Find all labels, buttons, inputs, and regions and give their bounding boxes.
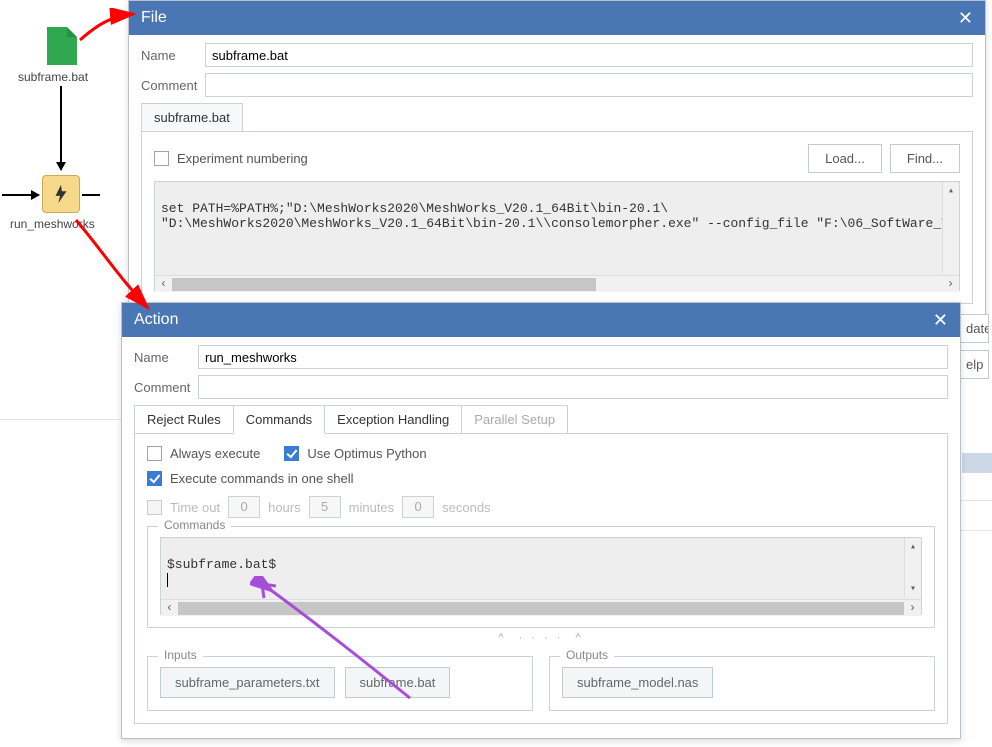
minutes-label: minutes: [349, 500, 395, 515]
scroll-down-icon[interactable]: ▾: [905, 580, 921, 597]
find-button[interactable]: Find...: [890, 144, 960, 173]
timeout-checkbox[interactable]: [147, 500, 162, 515]
action-dialog-title: Action: [134, 311, 178, 329]
input-item-button[interactable]: subframe.bat: [345, 667, 451, 698]
tab-exception-handling[interactable]: Exception Handling: [324, 405, 462, 433]
one-shell-label: Execute commands in one shell: [170, 471, 354, 486]
text-cursor-icon: [167, 573, 168, 587]
workflow-graph: subframe.bat run_meshworks: [0, 0, 140, 420]
file-comment-label: Comment: [141, 78, 197, 93]
lightning-icon: [50, 183, 72, 205]
output-item-button[interactable]: subframe_model.nas: [562, 667, 713, 698]
inputs-legend: Inputs: [158, 648, 203, 662]
use-optimus-python-label: Use Optimus Python: [307, 446, 426, 461]
input-item-button[interactable]: subframe_parameters.txt: [160, 667, 335, 698]
scroll-left-icon[interactable]: ‹: [161, 601, 178, 615]
file-dialog-titlebar[interactable]: File ✕: [129, 1, 985, 35]
scroll-left-icon[interactable]: ‹: [155, 277, 172, 291]
action-node-label: run_meshworks: [10, 217, 95, 231]
scroll-up-icon[interactable]: ▴: [905, 538, 921, 555]
bg-divider: [956, 500, 992, 501]
file-code-area[interactable]: set PATH=%PATH%;"D:\MeshWorks2020\MeshWo…: [154, 181, 960, 291]
experiment-numbering-label: Experiment numbering: [177, 151, 308, 166]
file-node-label: subframe.bat: [18, 70, 88, 84]
close-icon[interactable]: ✕: [933, 311, 948, 329]
seconds-label: seconds: [442, 500, 490, 515]
tab-reject-rules[interactable]: Reject Rules: [134, 405, 234, 433]
file-name-label: Name: [141, 48, 197, 63]
inputs-fieldset: Inputs subframe_parameters.txt subframe.…: [147, 656, 533, 711]
edge-file-to-action: [60, 86, 62, 170]
action-comment-label: Comment: [134, 380, 190, 395]
file-name-input[interactable]: [205, 43, 973, 67]
edge-out-action: [82, 194, 100, 196]
file-hscroll[interactable]: ‹ ›: [155, 275, 959, 292]
file-code-line2: "D:\MeshWorks2020\MeshWorks_V20.1_64Bit\…: [161, 216, 959, 231]
action-name-label: Name: [134, 350, 190, 365]
timeout-hours-input[interactable]: 0: [228, 496, 260, 518]
file-node[interactable]: [47, 27, 77, 65]
commands-hscroll[interactable]: ‹ ›: [161, 599, 921, 616]
timeout-label: Time out: [170, 500, 220, 515]
splitter-handle[interactable]: ^ · · · · ^: [147, 632, 935, 644]
use-optimus-python-checkbox[interactable]: [284, 446, 299, 461]
file-hscroll-thumb[interactable]: [172, 278, 596, 291]
file-dialog-title: File: [141, 9, 167, 27]
bg-divider: [956, 530, 992, 531]
action-dialog-titlebar[interactable]: Action ✕: [122, 303, 960, 337]
outputs-fieldset: Outputs subframe_model.nas: [549, 656, 935, 711]
hours-label: hours: [268, 500, 301, 515]
experiment-numbering-checkbox[interactable]: [154, 151, 169, 166]
file-dialog: File ✕ Name Comment subframe.bat Experim…: [128, 0, 986, 319]
file-comment-input[interactable]: [205, 73, 973, 97]
commands-code-line: $subframe.bat$: [167, 557, 276, 572]
tab-commands[interactable]: Commands: [233, 405, 325, 434]
timeout-seconds-input[interactable]: 0: [402, 496, 434, 518]
commands-hscroll-thumb[interactable]: [178, 602, 904, 615]
file-code-line1: set PATH=%PATH%;"D:\MeshWorks2020\MeshWo…: [161, 201, 668, 216]
close-icon[interactable]: ✕: [958, 9, 973, 27]
file-vscroll[interactable]: ▴: [942, 182, 959, 273]
scroll-right-icon[interactable]: ›: [942, 277, 959, 291]
one-shell-checkbox[interactable]: [147, 471, 162, 486]
edge-in-action: [2, 194, 39, 196]
commands-legend: Commands: [158, 518, 231, 532]
action-comment-input[interactable]: [198, 375, 948, 399]
action-dialog: Action ✕ Name Comment Reject Rules Comma…: [121, 302, 961, 739]
commands-vscroll[interactable]: ▴ ▾: [904, 538, 921, 597]
always-execute-checkbox[interactable]: [147, 446, 162, 461]
action-name-input[interactable]: [198, 345, 948, 369]
commands-code-area[interactable]: $subframe.bat$ ▴ ▾ ‹ ›: [160, 537, 922, 615]
tab-parallel-setup: Parallel Setup: [461, 405, 568, 433]
timeout-minutes-input[interactable]: 5: [309, 496, 341, 518]
action-node[interactable]: [42, 175, 80, 213]
always-execute-label: Always execute: [170, 446, 260, 461]
background-bar: [962, 453, 992, 473]
file-tab[interactable]: subframe.bat: [141, 103, 243, 131]
commands-fieldset: Commands $subframe.bat$ ▴ ▾ ‹ ›: [147, 526, 935, 628]
scroll-up-icon[interactable]: ▴: [943, 182, 959, 199]
scroll-right-icon[interactable]: ›: [904, 601, 921, 615]
load-button[interactable]: Load...: [808, 144, 882, 173]
outputs-legend: Outputs: [560, 648, 614, 662]
